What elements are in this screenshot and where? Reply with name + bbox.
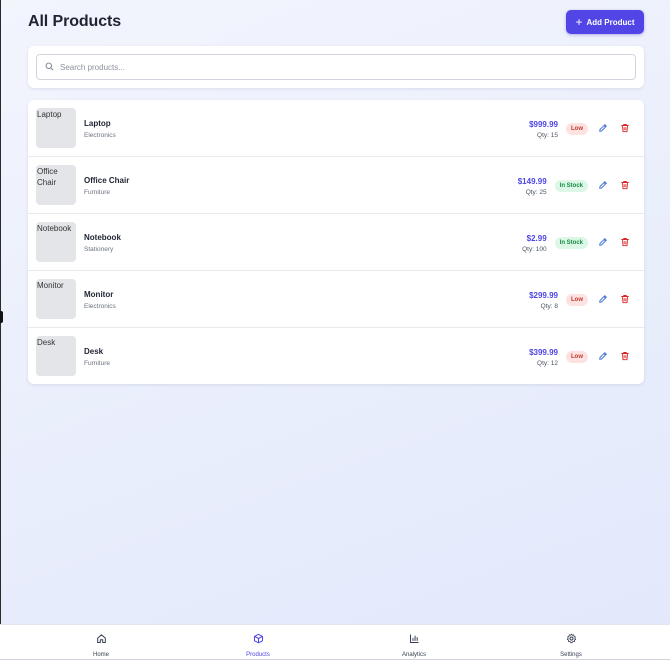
resize-handle[interactable] [0, 311, 3, 323]
trash-icon [620, 177, 630, 195]
nav-label: Products [246, 652, 270, 658]
product-category: Stationery [84, 246, 114, 253]
search-input[interactable] [60, 62, 635, 72]
product-row[interactable]: Laptop Laptop Electronics $999.99 Qty: 1… [28, 100, 644, 157]
window-left-border [0, 0, 1, 660]
product-price: $399.99 [529, 347, 558, 357]
pencil-icon [598, 120, 608, 138]
product-info: Desk Furniture [84, 346, 110, 368]
status-badge: Low [566, 351, 588, 363]
page-header: All Products + Add Product [28, 10, 644, 34]
product-category: Furniture [84, 360, 111, 367]
product-price: $149.99 [517, 176, 547, 186]
product-row[interactable]: Desk Desk Furniture $399.99 Qty: 12 Low [28, 328, 644, 384]
trash-icon [620, 234, 630, 252]
product-image: Monitor [36, 279, 76, 319]
product-quantity: Qty: 25 [525, 188, 547, 196]
pencil-icon [598, 348, 608, 366]
product-name: Desk [84, 347, 104, 356]
product-actions: $999.99 Qty: 15 Low [529, 118, 632, 140]
search-icon [45, 58, 54, 76]
edit-button[interactable] [596, 293, 610, 307]
add-product-label: Add Product [586, 17, 635, 27]
trash-icon [620, 120, 630, 138]
add-product-button[interactable]: + Add Product [566, 10, 644, 34]
delete-button[interactable] [618, 122, 632, 136]
delete-button[interactable] [618, 179, 632, 193]
product-row[interactable]: Monitor Monitor Electronics $299.99 Qty:… [28, 271, 644, 328]
product-info: Monitor Electronics [84, 289, 116, 311]
price-block: $149.99 Qty: 25 [518, 176, 547, 197]
price-block: $399.99 Qty: 12 [529, 347, 558, 368]
edit-button[interactable] [596, 350, 610, 364]
product-price: $299.99 [529, 290, 558, 300]
nav-label: Analytics [401, 652, 426, 658]
status-badge: Low [566, 123, 588, 135]
product-image: Laptop [36, 108, 76, 148]
edit-button[interactable] [596, 236, 610, 250]
product-image: Desk [36, 336, 76, 376]
product-price: $2.99 [526, 233, 547, 243]
nav-label: Settings [560, 652, 582, 658]
product-actions: $299.99 Qty: 8 Low [529, 289, 632, 311]
plus-icon: + [575, 14, 583, 29]
price-block: $2.99 Qty: 100 [522, 233, 547, 254]
status-badge: In Stock [554, 180, 588, 192]
nav-item-products[interactable]: Products [228, 631, 288, 659]
trash-icon [620, 291, 630, 309]
price-block: $299.99 Qty: 8 [529, 290, 558, 311]
product-quantity: Qty: 12 [537, 359, 558, 367]
product-price: $999.99 [529, 119, 558, 129]
product-info: Office Chair Furniture [84, 175, 129, 197]
search-card [28, 46, 644, 88]
delete-button[interactable] [618, 236, 632, 250]
nav-item-home[interactable]: Home [71, 631, 131, 659]
nav-item-settings[interactable]: Settings [541, 631, 601, 659]
product-quantity: Qty: 8 [540, 302, 558, 310]
product-name: Monitor [84, 290, 114, 299]
product-row[interactable]: Notebook Notebook Stationery $2.99 Qty: … [28, 214, 644, 271]
trash-icon [620, 348, 630, 366]
product-info: Notebook Stationery [84, 232, 121, 254]
nav-item-analytics[interactable]: Analytics [384, 631, 444, 659]
delete-button[interactable] [618, 293, 632, 307]
product-category: Furniture [84, 189, 111, 196]
edit-button[interactable] [596, 179, 610, 193]
product-image: Notebook [36, 222, 76, 262]
status-badge: Low [566, 294, 588, 306]
nav-label: Home [92, 652, 109, 658]
page-title: All Products [28, 13, 122, 30]
pencil-icon [598, 291, 608, 309]
status-badge: In Stock [554, 237, 588, 249]
product-name: Notebook [84, 233, 121, 242]
home-icon [96, 631, 107, 649]
gear-icon [566, 631, 577, 649]
product-actions: $2.99 Qty: 100 In Stock [522, 232, 632, 254]
product-name: Laptop [84, 119, 111, 128]
product-category: Electronics [84, 132, 116, 139]
product-actions: $399.99 Qty: 12 Low [529, 346, 632, 368]
product-row[interactable]: Office Chair Office Chair Furniture $149… [28, 157, 644, 214]
product-quantity: Qty: 15 [537, 131, 558, 139]
product-category: Electronics [84, 303, 116, 310]
product-image: Office Chair [36, 165, 76, 205]
edit-button[interactable] [596, 122, 610, 136]
product-quantity: Qty: 100 [522, 245, 547, 253]
price-block: $999.99 Qty: 15 [529, 119, 558, 140]
product-actions: $149.99 Qty: 25 In Stock [518, 175, 632, 197]
pencil-icon [598, 177, 608, 195]
search-box[interactable] [36, 54, 636, 80]
pencil-icon [598, 234, 608, 252]
bar-chart-icon [409, 631, 420, 649]
box-icon [253, 631, 264, 649]
bottom-nav: Home Products Analytics Settings [0, 624, 670, 660]
delete-button[interactable] [618, 350, 632, 364]
product-name: Office Chair [84, 176, 130, 185]
product-list: Laptop Laptop Electronics $999.99 Qty: 1… [28, 100, 644, 384]
product-info: Laptop Electronics [84, 118, 116, 140]
